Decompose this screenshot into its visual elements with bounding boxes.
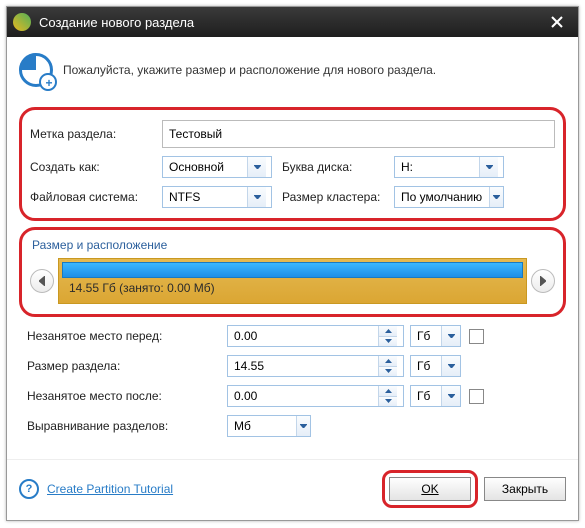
partition-label-input[interactable] xyxy=(162,120,555,148)
step-down-icon[interactable] xyxy=(379,367,397,377)
free-after-input[interactable] xyxy=(228,386,378,406)
titlebar: Создание нового раздела xyxy=(7,7,578,37)
chevron-down-icon[interactable] xyxy=(247,187,266,207)
close-button[interactable]: Закрыть xyxy=(484,477,566,501)
close-icon[interactable] xyxy=(542,7,572,37)
free-after-stepper[interactable] xyxy=(227,385,404,407)
cluster-size-dropdown[interactable]: По умолчанию xyxy=(394,186,504,208)
label-free-before: Незанятое место перед: xyxy=(27,329,227,343)
chevron-down-icon[interactable] xyxy=(479,157,498,177)
partition-add-icon: + xyxy=(19,53,53,87)
label-create-as: Создать как: xyxy=(30,160,162,174)
app-icon xyxy=(13,13,31,31)
lock-before-checkbox[interactable] xyxy=(469,329,484,344)
file-system-dropdown[interactable]: NTFS xyxy=(162,186,272,208)
partition-size-stepper[interactable] xyxy=(227,355,404,377)
label-drive-letter: Буква диска: xyxy=(282,160,394,174)
size-grid: Незанятое место перед: Гб Размер раздела… xyxy=(19,317,566,437)
label-free-after: Незанятое место после: xyxy=(27,389,227,403)
unit-dropdown[interactable]: Гб xyxy=(410,385,461,407)
dialog-title: Создание нового раздела xyxy=(39,15,542,30)
alignment-dropdown[interactable]: Мб xyxy=(227,415,311,437)
highlight-settings: Метка раздела: Создать как: Основной Бук… xyxy=(19,107,566,221)
step-up-icon[interactable] xyxy=(379,356,397,367)
step-up-icon[interactable] xyxy=(379,386,397,397)
intro-text: Пожалуйста, укажите размер и расположени… xyxy=(63,63,436,77)
intro-row: + Пожалуйста, укажите размер и расположе… xyxy=(19,49,566,95)
label-cluster-size: Размер кластера: xyxy=(282,190,394,204)
highlight-ok: OK xyxy=(382,470,478,508)
create-as-dropdown[interactable]: Основной xyxy=(162,156,272,178)
ok-button[interactable]: OK xyxy=(389,477,471,501)
free-before-stepper[interactable] xyxy=(227,325,404,347)
step-down-icon[interactable] xyxy=(379,397,397,407)
step-down-icon[interactable] xyxy=(379,337,397,347)
partition-used-bar xyxy=(62,262,523,278)
chevron-down-icon[interactable] xyxy=(441,356,460,376)
unit-dropdown[interactable]: Гб xyxy=(410,355,461,377)
chevron-down-icon[interactable] xyxy=(296,416,310,436)
label-partition-label: Метка раздела: xyxy=(30,127,162,141)
label-file-system: Файловая система: xyxy=(30,190,162,204)
step-up-icon[interactable] xyxy=(379,326,397,337)
label-partition-size: Размер раздела: xyxy=(27,359,227,373)
help-icon[interactable]: ? xyxy=(19,479,39,499)
shrink-left-button[interactable] xyxy=(30,269,54,293)
lock-after-checkbox[interactable] xyxy=(469,389,484,404)
partition-size-input[interactable] xyxy=(228,356,378,376)
label-alignment: Выравнивание разделов: xyxy=(27,419,227,433)
drive-letter-dropdown[interactable]: H: xyxy=(394,156,504,178)
free-before-input[interactable] xyxy=(228,326,378,346)
dialog: Создание нового раздела + Пожалуйста, ук… xyxy=(6,6,579,521)
tutorial-link[interactable]: Create Partition Tutorial xyxy=(47,482,173,496)
chevron-down-icon[interactable] xyxy=(441,326,460,346)
partition-bar[interactable]: 14.55 Гб (занято: 0.00 Мб) xyxy=(58,258,527,304)
chevron-down-icon[interactable] xyxy=(441,386,460,406)
chevron-down-icon[interactable] xyxy=(247,157,266,177)
partition-bar-label: 14.55 Гб (занято: 0.00 Мб) xyxy=(69,281,215,295)
footer: ? Create Partition Tutorial OK Закрыть xyxy=(7,459,578,520)
unit-dropdown[interactable]: Гб xyxy=(410,325,461,347)
chevron-down-icon[interactable] xyxy=(489,187,503,207)
highlight-size-location: Размер и расположение 14.55 Гб (занято: … xyxy=(19,227,566,317)
group-title: Размер и расположение xyxy=(32,238,555,252)
shrink-right-button[interactable] xyxy=(531,269,555,293)
